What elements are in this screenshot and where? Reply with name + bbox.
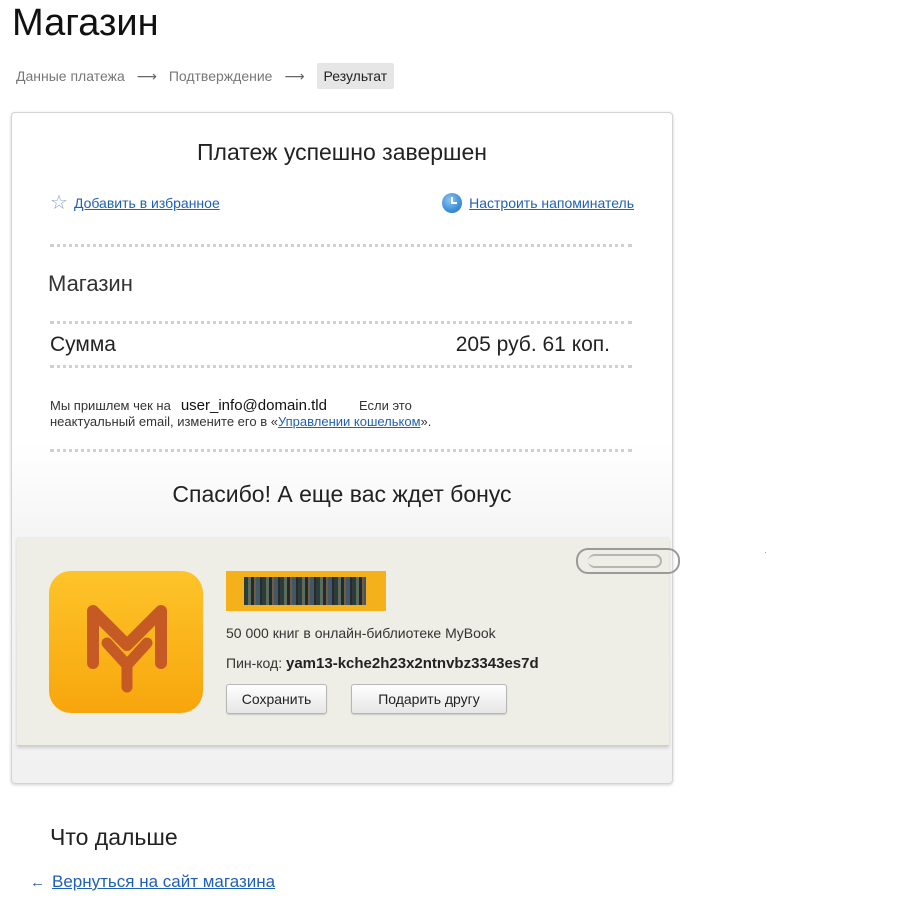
page-title: Магазин xyxy=(12,2,159,44)
amount-row: Сумма 205 руб. 61 коп. xyxy=(50,333,610,357)
breadcrumb-step-payment-data: Данные платежа xyxy=(16,68,125,84)
back-to-shop-link[interactable]: Вернуться на сайт магазина xyxy=(52,872,275,892)
amount-label: Сумма xyxy=(50,333,116,356)
wallet-management-link[interactable]: Управлении кошельком xyxy=(278,414,421,429)
mybook-mark-icon xyxy=(87,605,167,693)
clock-icon xyxy=(442,193,463,213)
gift-to-friend-button[interactable]: Подарить другу xyxy=(351,684,507,714)
shop-name: Магазин xyxy=(48,271,133,296)
receipt-text-after-email: Если это xyxy=(358,398,412,413)
breadcrumb-arrow-icon: ⟶ xyxy=(136,67,157,84)
divider xyxy=(50,244,632,247)
back-to-shop[interactable]: ← Вернуться на сайт магазина xyxy=(30,870,275,894)
breadcrumb: Данные платежа ⟶ Подтверждение ⟶ Результ… xyxy=(16,62,395,90)
amount-value: 205 руб. 61 коп. xyxy=(455,333,610,356)
payment-result-card: Платеж успешно завершен ☆ Добавить в изб… xyxy=(11,112,680,784)
paperclip-icon xyxy=(576,548,680,574)
bonus-description: 50 000 книг в онлайн-библиотеке MyBook xyxy=(226,625,496,641)
stray-dot xyxy=(765,552,766,553)
divider xyxy=(50,449,632,452)
bonus-title: Спасибо! А еще вас ждет бонус xyxy=(172,481,512,507)
breadcrumb-arrow-icon: ⟶ xyxy=(284,67,305,84)
arrow-left-icon: ← xyxy=(30,873,45,891)
next-steps-title: Что дальше xyxy=(50,824,178,850)
receipt-text-before-email: Мы пришлем чек на xyxy=(50,398,171,413)
receipt-email: user_info@domain.tld xyxy=(180,397,327,414)
favorite-action[interactable]: ☆ Добавить в избранное xyxy=(50,191,220,215)
pin-line: Пин-код: yam13-kche2h23x2ntnvbz3343es7d xyxy=(226,655,539,672)
receipt-notice: Мы пришлем чек на user_info@domain.tld Есл… xyxy=(50,398,610,430)
divider xyxy=(50,365,632,368)
reminder-action[interactable]: Настроить напоминатель xyxy=(442,191,634,215)
pin-code: yam13-kche2h23x2ntnvbz3343es7d xyxy=(286,655,539,672)
add-to-favorites-link[interactable]: Добавить в избранное xyxy=(74,195,220,211)
books-banner-image xyxy=(226,571,386,611)
card-title: Платеж успешно завершен xyxy=(197,139,487,165)
pin-label: Пин-код: xyxy=(226,655,283,671)
receipt-line2-text: неактуальный email, измените его в « xyxy=(50,414,278,429)
star-icon: ☆ xyxy=(50,192,68,214)
divider xyxy=(50,321,632,324)
save-button[interactable]: Сохранить xyxy=(226,684,327,714)
breadcrumb-step-result: Результат xyxy=(316,63,395,89)
receipt-line2-end: ». xyxy=(420,414,432,429)
mybook-logo xyxy=(49,571,203,713)
breadcrumb-step-confirmation: Подтверждение xyxy=(168,68,273,84)
setup-reminder-link[interactable]: Настроить напоминатель xyxy=(469,195,634,211)
